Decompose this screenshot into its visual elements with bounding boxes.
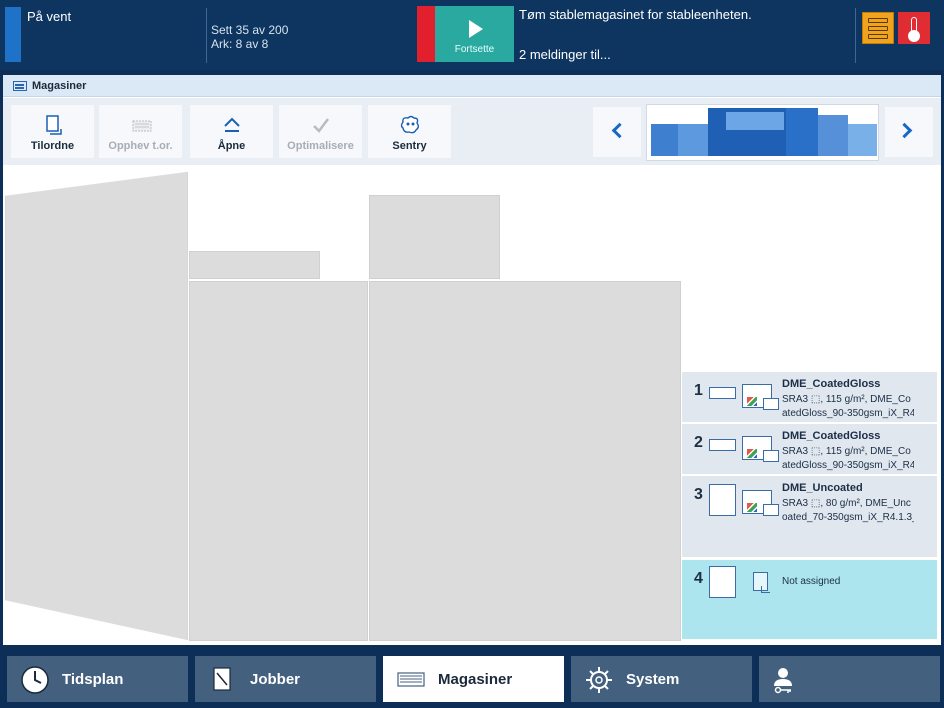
alert-indicator (417, 6, 435, 62)
sentry-icon (400, 115, 419, 134)
trays-icon (13, 81, 27, 91)
user-key-icon (774, 668, 792, 694)
chevron-right-icon (896, 122, 913, 139)
nav-label: System (626, 671, 680, 688)
tray-media-details: SRA3 ⬚, 115 g/m², DME_Co atedGloss_90-350… (782, 446, 914, 471)
divider (855, 8, 856, 63)
open-label: Åpne (217, 140, 246, 152)
status-bar: På vent Sett 35 av 200 Ark: 8 av 8 Forts… (0, 0, 944, 70)
temperature-icon[interactable] (898, 12, 930, 44)
paper-level-icon (709, 484, 736, 516)
gear-icon (586, 667, 612, 693)
continue-button[interactable]: Fortsette (435, 6, 514, 62)
tray-number: 2 (694, 434, 703, 451)
unassign-label: Opphev t.or. (108, 140, 173, 152)
tray-media-details: SRA3 ⬚, 115 g/m², DME_Co atedGloss_90-350… (782, 394, 914, 419)
job-progress-sets: Sett 35 av 200 (211, 23, 289, 37)
scroll-left-button[interactable] (593, 107, 641, 157)
breadcrumb: Magasiner (3, 75, 941, 97)
optimize-label: Optimalisere (287, 140, 354, 152)
tray-4[interactable]: 4 Not assigned (682, 560, 937, 640)
paper-level-icon (709, 439, 736, 451)
bottom-navigation: Tidsplan Jobber Magasiner System (0, 648, 944, 708)
tray-media-name: DME_Uncoated (782, 482, 863, 494)
tray-number: 1 (694, 382, 703, 399)
nav-label: Tidsplan (62, 671, 124, 688)
unassigned-tray-icon (753, 572, 770, 593)
more-messages-link[interactable]: 2 meldinger til... (519, 47, 611, 62)
sentry-button[interactable]: Sentry (368, 105, 451, 158)
scroll-right-button[interactable] (885, 107, 933, 157)
divider (206, 8, 207, 63)
assign-icon (46, 115, 62, 135)
toolbar: Tilordne Opphev t.or. Åpne Optimalisere (3, 98, 941, 165)
unassign-button[interactable]: Opphev t.or. (99, 105, 182, 158)
optimize-icon (313, 118, 329, 133)
feeder-top[interactable] (369, 195, 500, 279)
printer-overview-map[interactable] (646, 104, 879, 161)
assign-button[interactable]: Tilordne (11, 105, 94, 158)
continue-label: Fortsette (454, 44, 495, 55)
assign-label: Tilordne (30, 140, 75, 152)
media-icon (742, 490, 779, 516)
stacker-module[interactable] (5, 167, 188, 641)
tray-1[interactable]: 1 DME_CoatedGloss SRA3 ⬚, 115 g/m², DME_… (682, 372, 937, 423)
paper-level-icon (709, 566, 736, 598)
nav-user[interactable] (759, 656, 940, 702)
play-icon (469, 20, 483, 38)
media-icon (742, 384, 779, 410)
status-message[interactable]: Tøm stablemagasinet for stableenheten. (519, 7, 752, 22)
eject-icon (224, 117, 240, 132)
optimize-button[interactable]: Optimalisere (279, 105, 362, 158)
jobs-icon (213, 667, 231, 691)
tray-2[interactable]: 2 DME_CoatedGloss SRA3 ⬚, 115 g/m², DME_… (682, 424, 937, 475)
chevron-left-icon (611, 122, 628, 139)
nav-jobs[interactable]: Jobber (195, 656, 376, 702)
unassign-icon (132, 120, 152, 132)
transport-top[interactable] (189, 251, 320, 279)
trays-panel: Magasiner Tilordne Opphev t.or. Åpne Opt… (3, 75, 941, 645)
printer-diagram: 1 DME_CoatedGloss SRA3 ⬚, 115 g/m², DME_… (3, 165, 941, 645)
nav-label: Jobber (250, 671, 301, 688)
tray-media-details: SRA3 ⬚, 80 g/m², DME_Unc oated_70-350gsm_… (782, 498, 914, 523)
tray-media-name: DME_CoatedGloss (782, 430, 881, 442)
clock-icon (21, 666, 49, 694)
job-progress-sheets: Ark: 8 av 8 (211, 37, 269, 51)
tray-number: 4 (694, 570, 703, 587)
printer-state: På vent (27, 9, 72, 24)
feeder-module[interactable] (369, 281, 681, 641)
engine-module[interactable] (189, 281, 368, 641)
tray-media-name: DME_CoatedGloss (782, 378, 881, 390)
nav-label: Magasiner (438, 671, 513, 688)
nav-system[interactable]: System (571, 656, 752, 702)
paper-level-icon (709, 387, 736, 399)
nav-schedule[interactable]: Tidsplan (7, 656, 188, 702)
stack-warning-icon[interactable] (862, 12, 894, 44)
tray-3[interactable]: 3 DME_Uncoated SRA3 ⬚, 80 g/m², DME_Unc o… (682, 476, 937, 558)
breadcrumb-label: Magasiner (32, 80, 87, 92)
status-indicator (5, 7, 21, 62)
nav-trays[interactable]: Magasiner (383, 656, 564, 702)
tray-status: Not assigned (782, 576, 841, 587)
media-icon (742, 436, 779, 462)
sentry-label: Sentry (392, 140, 427, 152)
open-button[interactable]: Åpne (190, 105, 273, 158)
tray-number: 3 (694, 486, 703, 503)
trays-icon (397, 672, 425, 687)
